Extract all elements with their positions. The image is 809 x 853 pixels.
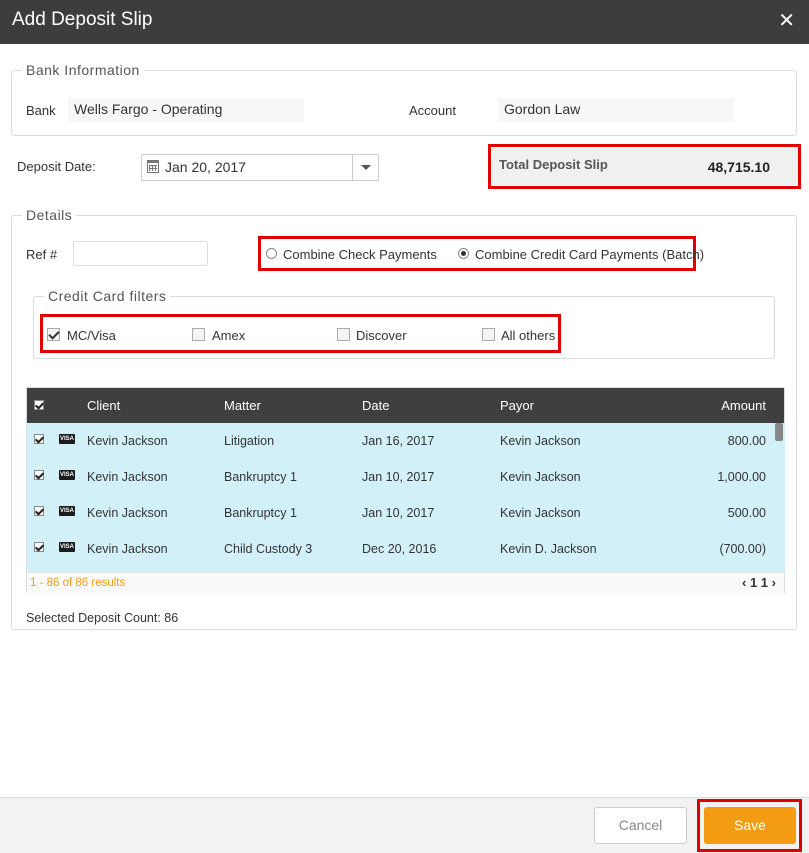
cell-amount: 800.00 bbox=[727, 434, 766, 448]
cell-matter: Litigation bbox=[224, 434, 275, 448]
total-highlight-frame bbox=[488, 144, 801, 189]
amex-label[interactable]: Amex bbox=[212, 328, 245, 343]
cell-client: Kevin Jackson bbox=[87, 542, 168, 556]
cell-client: Kevin Jackson bbox=[87, 470, 168, 484]
cell-amount: 500.00 bbox=[727, 506, 766, 520]
cancel-button[interactable]: Cancel bbox=[594, 807, 687, 844]
cell-date: Jan 10, 2017 bbox=[362, 506, 435, 520]
cell-amount: (700.00) bbox=[719, 542, 766, 556]
all-others-checkbox[interactable] bbox=[482, 328, 495, 341]
cell-matter: Bankruptcy 1 bbox=[224, 470, 297, 484]
deposit-date-label: Deposit Date: bbox=[17, 159, 96, 174]
pager-next-icon[interactable]: › bbox=[772, 575, 776, 590]
visa-card-icon: VISA bbox=[59, 434, 75, 444]
cell-payor: Kevin Jackson bbox=[500, 434, 581, 448]
cell-payor: Kevin Jackson bbox=[500, 470, 581, 484]
dialog-titlebar: Add Deposit Slip ✕ bbox=[0, 0, 809, 44]
row-checkbox[interactable] bbox=[34, 506, 44, 516]
cell-client: Kevin Jackson bbox=[87, 434, 168, 448]
all-others-label[interactable]: All others bbox=[501, 328, 555, 343]
deposit-date-value: Jan 20, 2017 bbox=[165, 159, 246, 175]
pager-total-pages: 1 bbox=[760, 575, 769, 590]
cell-date: Dec 20, 2016 bbox=[362, 542, 437, 556]
pager: ‹ 1 1 › bbox=[742, 575, 776, 590]
column-header-payor[interactable]: Payor bbox=[500, 398, 534, 413]
table-row[interactable]: VISA Kevin Jackson Litigation Jan 16, 20… bbox=[27, 423, 785, 459]
account-value: Gordon Law bbox=[498, 98, 734, 122]
amex-checkbox[interactable] bbox=[192, 328, 205, 341]
discover-checkbox[interactable] bbox=[337, 328, 350, 341]
cell-matter: Child Custody 3 bbox=[224, 542, 313, 556]
deposit-date-picker[interactable]: Jan 20, 2017 bbox=[141, 154, 379, 181]
table-row[interactable]: VISA Kevin Jackson Bankruptcy 1 Jan 10, … bbox=[27, 459, 785, 495]
column-header-client[interactable]: Client bbox=[87, 398, 120, 413]
details-legend: Details bbox=[26, 207, 73, 223]
select-all-checkbox[interactable] bbox=[34, 400, 44, 410]
cell-date: Jan 16, 2017 bbox=[362, 434, 435, 448]
visa-card-icon: VISA bbox=[59, 542, 75, 552]
cell-client: Kevin Jackson bbox=[87, 506, 168, 520]
bank-label: Bank bbox=[26, 103, 56, 118]
bank-information-legend: Bank Information bbox=[26, 62, 140, 78]
cell-amount: 1,000.00 bbox=[717, 470, 766, 484]
column-header-date[interactable]: Date bbox=[362, 398, 389, 413]
row-checkbox[interactable] bbox=[34, 470, 44, 480]
combine-cc-label[interactable]: Combine Credit Card Payments (Batch) bbox=[475, 247, 704, 262]
cell-matter: Bankruptcy 1 bbox=[224, 506, 297, 520]
ref-input[interactable] bbox=[73, 241, 208, 266]
table-row[interactable]: VISA Kevin Jackson Child Custody 3 Dec 2… bbox=[27, 531, 785, 572]
cell-payor: Kevin D. Jackson bbox=[500, 542, 597, 556]
grid-scrollbar[interactable] bbox=[775, 423, 783, 441]
pager-prev-icon[interactable]: ‹ bbox=[742, 575, 746, 590]
selected-deposit-count: Selected Deposit Count: 86 bbox=[26, 611, 179, 625]
dialog-title: Add Deposit Slip bbox=[12, 9, 153, 30]
payments-grid: Client Matter Date Payor Amount VISA Kev… bbox=[26, 387, 785, 593]
calendar-icon[interactable] bbox=[147, 160, 159, 173]
column-header-amount[interactable]: Amount bbox=[721, 398, 766, 413]
bank-value: Wells Fargo - Operating bbox=[68, 98, 304, 122]
results-count: 1 - 86 of 86 results bbox=[30, 577, 126, 589]
chevron-down-icon[interactable] bbox=[352, 155, 378, 180]
row-checkbox[interactable] bbox=[34, 542, 44, 552]
row-checkbox[interactable] bbox=[34, 434, 44, 444]
ref-label: Ref # bbox=[26, 247, 58, 262]
cell-payor: Kevin Jackson bbox=[500, 506, 581, 520]
pager-current-page[interactable]: 1 bbox=[750, 575, 757, 590]
cc-filters-legend: Credit Card filters bbox=[48, 288, 167, 304]
visa-card-icon: VISA bbox=[59, 470, 75, 480]
account-label: Account bbox=[409, 103, 456, 118]
combine-check-label[interactable]: Combine Check Payments bbox=[283, 247, 437, 262]
close-icon[interactable]: ✕ bbox=[778, 11, 795, 31]
table-row[interactable]: VISA Kevin Jackson Bankruptcy 1 Jan 10, … bbox=[27, 495, 785, 531]
mc-visa-label[interactable]: MC/Visa bbox=[67, 328, 116, 343]
discover-label[interactable]: Discover bbox=[356, 328, 407, 343]
grid-header: Client Matter Date Payor Amount bbox=[27, 388, 784, 423]
column-header-matter[interactable]: Matter bbox=[224, 398, 261, 413]
grid-footer: 1 - 86 of 86 results ‹ 1 1 › bbox=[27, 572, 784, 593]
visa-card-icon: VISA bbox=[59, 506, 75, 516]
combine-cc-radio[interactable] bbox=[458, 248, 469, 259]
combine-check-radio[interactable] bbox=[266, 248, 277, 259]
save-button[interactable]: Save bbox=[704, 807, 796, 844]
cell-date: Jan 10, 2017 bbox=[362, 470, 435, 484]
mc-visa-checkbox[interactable] bbox=[47, 328, 60, 341]
dialog-footer bbox=[0, 797, 809, 853]
